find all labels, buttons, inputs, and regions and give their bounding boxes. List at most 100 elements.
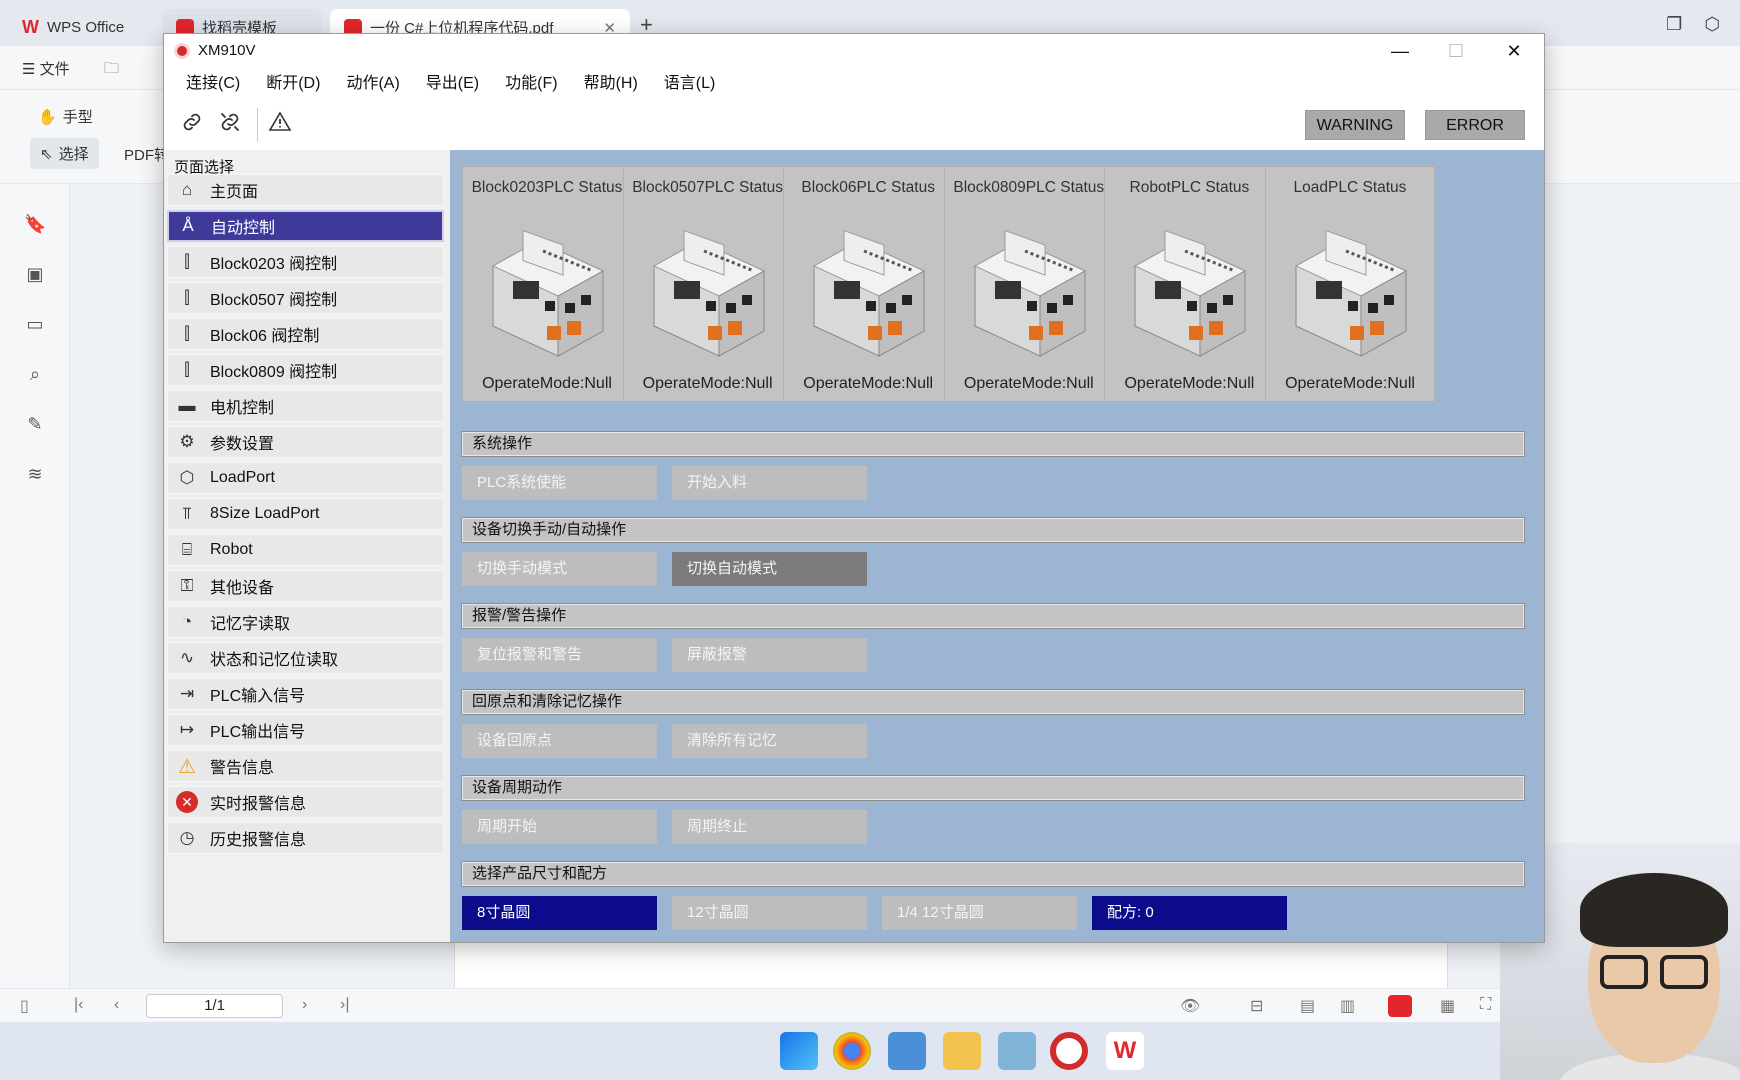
wps-logo-icon: W	[22, 17, 39, 37]
sidebar-item[interactable]: ⫿ Block0809 阀控制	[167, 354, 444, 386]
operation-button[interactable]: 切换手动模式	[462, 552, 657, 586]
sidebar-item[interactable]: ▬ 电机控制	[167, 390, 444, 422]
prev-page-icon[interactable]: ‹	[114, 996, 119, 1014]
error-status-button[interactable]: ERROR	[1425, 110, 1525, 140]
double-page-icon[interactable]: ▥	[1340, 996, 1355, 1016]
photos-icon[interactable]	[888, 1032, 926, 1070]
sidebar-item-label: Block06 阀控制	[210, 328, 320, 345]
hand-tool-button[interactable]: ✋ 手型	[38, 106, 93, 127]
restore-icon[interactable]: ❐	[1666, 14, 1682, 35]
game-app-icon[interactable]	[998, 1032, 1036, 1070]
fit-page-icon[interactable]: ⊟	[1250, 996, 1263, 1016]
operation-button[interactable]: 开始入料	[672, 466, 867, 500]
tab-wps-office[interactable]: W WPS Office	[8, 9, 154, 46]
comment-icon[interactable]: ▭	[24, 314, 46, 336]
hand-icon: ✋	[38, 108, 57, 126]
menu-language[interactable]: 语言(L)	[652, 68, 728, 100]
warning-status-button[interactable]: WARNING	[1305, 110, 1405, 140]
window-title: XM910V	[198, 42, 256, 59]
layers-icon[interactable]: ≋	[24, 464, 46, 486]
xm910v-app-icon[interactable]	[1050, 1032, 1088, 1070]
motor-icon: ▬	[178, 396, 196, 415]
sidebar-toggle-icon[interactable]: ▯	[20, 996, 29, 1016]
close-button[interactable]: ✕	[1486, 36, 1542, 66]
menu-action[interactable]: 动作(A)	[334, 68, 411, 100]
plc-operate-mode: OperateMode:Null	[963, 375, 1094, 392]
attachment-icon[interactable]: ⌕	[24, 364, 46, 386]
select-tool-button[interactable]: ⇖ 选择	[30, 138, 99, 169]
read-mode-icon[interactable]: ▦	[1440, 996, 1455, 1016]
plc-module-image	[1286, 211, 1416, 361]
file-explorer-icon[interactable]	[943, 1032, 981, 1070]
operation-button[interactable]: 周期终止	[672, 810, 867, 844]
sidebar-item[interactable]: ∿ 状态和记忆位读取	[167, 642, 444, 674]
plc-status-card: RobotPLC Status OperateMode:Null	[1104, 166, 1275, 402]
operation-button[interactable]: 清除所有记忆	[672, 724, 867, 758]
operation-button[interactable]: 切换自动模式	[672, 552, 867, 586]
sidebar-item[interactable]: ⚠ 警告信息	[167, 750, 444, 782]
plc-module-image	[483, 211, 613, 361]
maximize-button[interactable]: ☐	[1428, 36, 1484, 66]
plc-status-title: RobotPLC Status	[1129, 179, 1250, 196]
page-number-input[interactable]: 1/1	[146, 994, 283, 1018]
sidebar-item[interactable]: ⌸ Robot	[167, 534, 444, 566]
wps-icon[interactable]: W	[1106, 1032, 1144, 1070]
sidebar-item-label: 记忆字读取	[210, 616, 291, 633]
sidebar-item[interactable]: ◔ 记忆字读取	[167, 606, 444, 638]
next-page-icon[interactable]: ›	[302, 996, 307, 1014]
app-logo-icon	[174, 43, 190, 59]
operation-button[interactable]: 12寸晶圆	[672, 896, 867, 930]
auto-control-icon: Å	[182, 216, 194, 235]
operation-button[interactable]: 屏蔽报警	[672, 638, 867, 672]
menu-help[interactable]: 帮助(H)	[572, 68, 650, 100]
plc-status-title: Block06PLC Status	[801, 179, 935, 196]
sidebar-item[interactable]: ⫿ Block0507 阀控制	[167, 282, 444, 314]
sidebar-item[interactable]: Å 自动控制	[167, 210, 444, 242]
sidebar-item[interactable]: ⫿ Block06 阀控制	[167, 318, 444, 350]
menu-export[interactable]: 导出(E)	[414, 68, 491, 100]
disconnect-link-icon[interactable]	[216, 110, 244, 138]
operation-button[interactable]: 1/4 12寸晶圆	[882, 896, 1077, 930]
windows-taskbar: W	[0, 1022, 1740, 1080]
sidebar-item-label: LoadPort	[210, 469, 275, 486]
sidebar-item[interactable]: ⚿ 其他设备	[167, 570, 444, 602]
cube-icon[interactable]: ⬡	[1704, 14, 1720, 35]
sidebar-item[interactable]: ↦ PLC输出信号	[167, 714, 444, 746]
wps-left-sidebar: 🔖 ▣ ▭ ⌕ ✎ ≋	[0, 184, 70, 988]
menu-disconnect[interactable]: 断开(D)	[254, 68, 332, 100]
sidebar-item[interactable]: ⇥ PLC输入信号	[167, 678, 444, 710]
sidebar-item[interactable]: ⫿ Block0203 阀控制	[167, 246, 444, 278]
sidebar-item-label: 参数设置	[210, 436, 275, 453]
fullscreen-icon[interactable]: ⛶	[1480, 996, 1491, 1014]
minimize-button[interactable]: —	[1372, 36, 1428, 66]
thumbnail-icon[interactable]: ▣	[24, 264, 46, 286]
sidebar-item[interactable]: ✕ 实时报警信息	[167, 786, 444, 818]
last-page-icon[interactable]: ›|	[340, 996, 349, 1014]
sign-icon[interactable]: ✎	[24, 414, 46, 436]
sidebar-item[interactable]: ⫪ 8Size LoadPort	[167, 498, 444, 530]
operation-button[interactable]: 复位报警和警告	[462, 638, 657, 672]
single-page-icon[interactable]: ▤	[1300, 996, 1315, 1016]
sidebar-item[interactable]: ⚙ 参数设置	[167, 426, 444, 458]
sidebar-item[interactable]: ⌂ 主页面	[167, 174, 444, 206]
start-icon[interactable]	[780, 1032, 818, 1070]
chrome-icon[interactable]	[833, 1032, 871, 1070]
open-folder-icon[interactable]: 🗀	[104, 58, 119, 83]
operation-button[interactable]: 设备回原点	[462, 724, 657, 758]
file-menu[interactable]: ☰ 文件	[22, 58, 70, 79]
sidebar-item[interactable]: ⬡ LoadPort	[167, 462, 444, 494]
first-page-icon[interactable]: |‹	[74, 996, 83, 1014]
play-icon[interactable]	[1388, 995, 1412, 1017]
operation-button[interactable]: 配方: 0	[1092, 896, 1287, 930]
connect-link-icon[interactable]	[178, 110, 206, 138]
alarm-warning-icon[interactable]	[266, 110, 294, 138]
section-header: 设备切换手动/自动操作	[461, 517, 1525, 543]
eye-icon[interactable]: 👁	[1180, 996, 1200, 1016]
operation-button[interactable]: PLC系统使能	[462, 466, 657, 500]
menu-connect[interactable]: 连接(C)	[174, 68, 252, 100]
sidebar-item[interactable]: ◷ 历史报警信息	[167, 822, 444, 854]
operation-button[interactable]: 8寸晶圆	[462, 896, 657, 930]
operation-button[interactable]: 周期开始	[462, 810, 657, 844]
bookmark-icon[interactable]: 🔖	[24, 214, 46, 236]
menu-function[interactable]: 功能(F)	[493, 68, 569, 100]
